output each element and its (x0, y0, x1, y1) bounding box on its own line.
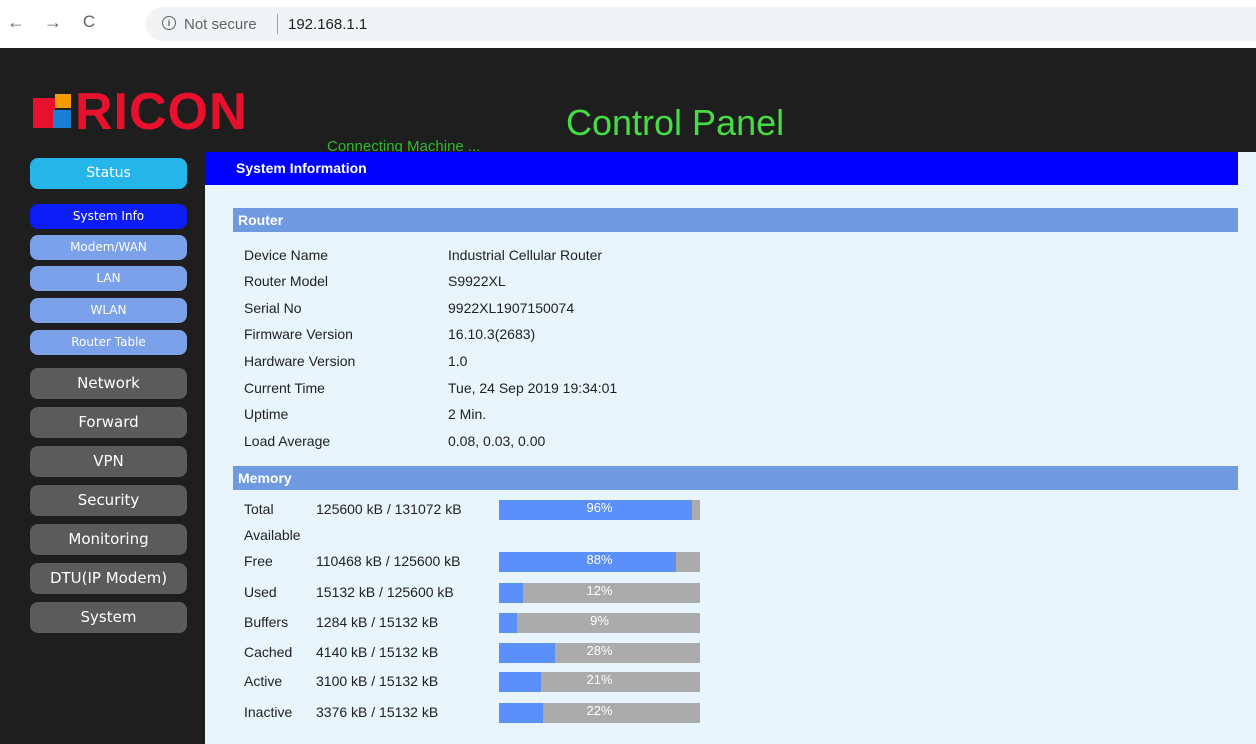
sidebar-item-modem-wan[interactable]: Modem/WAN (30, 235, 187, 260)
info-value: 0.08, 0.03, 0.00 (448, 433, 546, 449)
progress-text: 22% (586, 703, 613, 718)
info-label: Router Model (244, 273, 329, 289)
memory-value: 1284 kB / 15132 kB (316, 614, 439, 630)
memory-progress-bar: 9% (499, 613, 700, 633)
reload-icon[interactable]: C (79, 12, 99, 32)
sidebar-status-button[interactable]: Status (30, 158, 187, 189)
sidebar-item-wlan[interactable]: WLAN (30, 298, 187, 323)
memory-value: 4140 kB / 15132 kB (316, 644, 439, 660)
memory-progress-bar: 28% (499, 643, 700, 663)
sidebar-item-router-table[interactable]: Router Table (30, 330, 187, 355)
security-status: Not secure (184, 16, 257, 33)
sidebar-item-lan[interactable]: LAN (30, 266, 187, 291)
memory-label: Total (244, 501, 274, 517)
memory-label: Cached (244, 644, 293, 660)
section-heading: System Information (205, 152, 1238, 185)
sidebar-item-network[interactable]: Network (30, 368, 187, 399)
logo-mark-red (33, 98, 55, 128)
sidebar-item-system-info[interactable]: System Info (30, 204, 187, 229)
progress-text: 28% (586, 643, 613, 658)
memory-progress-bar: 21% (499, 672, 700, 692)
separator (277, 14, 278, 34)
logo-mark-orange (55, 94, 71, 108)
info-label: Uptime (244, 406, 289, 422)
memory-label: Buffers (244, 614, 289, 630)
logo-mark-blue (53, 110, 71, 128)
progress-text: 96% (586, 500, 613, 515)
memory-label: Inactive (244, 704, 293, 720)
info-value: 1.0 (448, 353, 468, 369)
info-label: Load Average (244, 433, 331, 449)
info-value: Tue, 24 Sep 2019 19:34:01 (448, 380, 618, 396)
progress-text: 88% (586, 552, 613, 567)
memory-progress-bar: 96% (499, 500, 700, 520)
url-text[interactable]: 192.168.1.1 (288, 16, 367, 33)
info-value: 9922XL1907150074 (448, 300, 575, 316)
sidebar-item-monitoring[interactable]: Monitoring (30, 524, 187, 555)
info-label: Hardware Version (244, 353, 356, 369)
progress-text: 12% (586, 583, 613, 598)
browser-toolbar: ← → C i Not secure 192.168.1.1 (0, 0, 1256, 48)
router-section-header: Router (233, 208, 1238, 232)
memory-label: Used (244, 584, 277, 600)
memory-label: Free (244, 553, 273, 569)
sidebar-item-vpn[interactable]: VPN (30, 446, 187, 477)
memory-progress-bar: 12% (499, 583, 700, 603)
info-icon[interactable]: i (162, 16, 176, 30)
forward-icon[interactable]: → (43, 12, 63, 32)
memory-progress-bar: 88% (499, 552, 700, 572)
memory-progress-bar: 22% (499, 703, 700, 723)
progress-text: 21% (586, 672, 613, 687)
memory-value: 125600 kB / 131072 kB (316, 501, 462, 517)
info-value: 2 Min. (448, 406, 487, 422)
progress-text: 9% (590, 613, 609, 628)
info-label: Current Time (244, 380, 325, 396)
address-bar[interactable]: i Not secure 192.168.1.1 (146, 7, 1256, 41)
info-label: Device Name (244, 247, 329, 263)
memory-section-header: Memory (233, 466, 1238, 490)
memory-value: 3100 kB / 15132 kB (316, 673, 439, 689)
memory-label: Active (244, 673, 283, 689)
info-value: Industrial Cellular Router (448, 247, 603, 263)
logo-text: RICON (75, 83, 248, 141)
sidebar-item-forward[interactable]: Forward (30, 407, 187, 438)
back-icon[interactable]: ← (6, 12, 26, 32)
sidebar-item-system[interactable]: System (30, 602, 187, 633)
sidebar-item-security[interactable]: Security (30, 485, 187, 516)
memory-value: 15132 kB / 125600 kB (316, 584, 454, 600)
content-panel: System Information Router Device Name In… (205, 152, 1256, 744)
memory-value: 3376 kB / 15132 kB (316, 704, 439, 720)
memory-label: Available (244, 527, 301, 543)
info-label: Firmware Version (244, 326, 353, 342)
control-panel-app: RICON Connecting Machine ... Control Pan… (0, 48, 1256, 744)
info-label: Serial No (244, 300, 302, 316)
info-value: 16.10.3(2683) (448, 326, 536, 342)
info-value: S9922XL (448, 273, 506, 289)
ricon-logo: RICON (33, 84, 283, 140)
memory-value: 110468 kB / 125600 kB (316, 553, 461, 569)
sidebar-item-dtu[interactable]: DTU(IP Modem) (30, 563, 187, 594)
page-title: Control Panel (566, 102, 785, 143)
